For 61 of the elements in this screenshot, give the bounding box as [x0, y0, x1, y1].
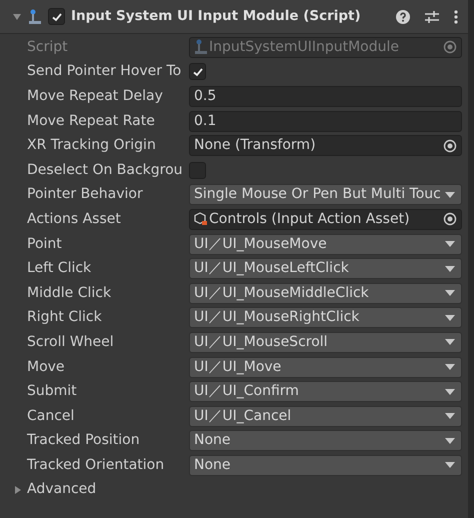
dropdown[interactable]: UI／UI_Move	[189, 356, 462, 378]
property-label: Point	[27, 234, 63, 254]
caret-icon	[445, 364, 455, 370]
foldout-icon[interactable]	[13, 484, 23, 495]
property-label: Send Pointer Hover To	[27, 62, 182, 82]
property-label: Deselect On Backgrou	[27, 160, 184, 180]
dropdown[interactable]: UI／UI_MouseScroll	[189, 332, 462, 353]
help-icon[interactable]	[396, 10, 410, 24]
checkbox[interactable]	[189, 162, 206, 179]
script-icon	[28, 8, 42, 24]
property-label: Move Repeat Rate	[27, 112, 156, 131]
checkbox[interactable]	[48, 8, 65, 25]
caret-icon	[445, 266, 455, 272]
caret-icon	[445, 314, 455, 321]
caret-icon	[445, 438, 455, 444]
dropdown[interactable]: UI／UI_Cancel	[189, 406, 462, 427]
number-field[interactable]: 0.1	[189, 110, 462, 132]
object-field[interactable]: None (Transform)	[189, 135, 462, 156]
target-icon[interactable]	[443, 138, 457, 153]
property-label: Actions Asset	[27, 210, 122, 229]
sliders-icon[interactable]	[424, 10, 440, 24]
property-label: Pointer Behavior	[27, 185, 144, 204]
caret-icon	[445, 462, 455, 468]
property-label: Script	[27, 38, 69, 57]
check-icon	[192, 66, 204, 78]
dropdown[interactable]: Single Mouse Or Pen But Multi Touc	[189, 184, 462, 206]
check-icon	[50, 10, 62, 22]
property-label: Move	[27, 358, 66, 377]
caret-icon	[445, 413, 455, 420]
dropdown[interactable]: UI／UI_Confirm	[189, 381, 462, 402]
component-title: Input System UI Input Module (Script)	[71, 7, 362, 26]
more-icon[interactable]	[454, 10, 458, 24]
property-label: Tracked Orientation	[27, 456, 166, 475]
dropdown[interactable]: UI／UI_MouseMiddleClick	[189, 282, 462, 304]
foldout-label[interactable]: Advanced	[27, 479, 96, 500]
dropdown[interactable]: UI／UI_MouseLeftClick	[189, 258, 462, 280]
caret-icon	[445, 290, 455, 296]
script-icon	[194, 39, 208, 56]
object-field[interactable]: Controls (Input Action Asset)	[189, 208, 462, 230]
caret-icon	[445, 241, 455, 248]
dropdown[interactable]: UI／UI_MouseRightClick	[189, 307, 462, 328]
property-label: Left Click	[27, 259, 92, 278]
property-label: XR Tracking Origin	[27, 136, 157, 156]
caret-icon	[445, 192, 455, 198]
dropdown[interactable]: None	[189, 430, 462, 452]
property-label: Cancel	[27, 406, 76, 426]
property-label: Tracked Position	[27, 431, 141, 450]
target-icon[interactable]	[443, 212, 457, 226]
dropdown[interactable]: None	[189, 454, 462, 476]
caret-icon	[445, 388, 455, 395]
asset-icon	[194, 212, 208, 226]
dropdown[interactable]: UI／UI_MouseMove	[189, 234, 462, 255]
property-label: Scroll Wheel	[27, 332, 115, 352]
caret-icon	[445, 339, 455, 346]
property-label: Move Repeat Delay	[27, 86, 164, 106]
property-label: Right Click	[27, 308, 103, 328]
foldout-icon[interactable]	[12, 12, 22, 22]
checkbox[interactable]	[189, 63, 206, 80]
property-label: Submit	[27, 382, 78, 402]
number-field[interactable]: 0.5	[189, 86, 462, 107]
property-label: Middle Click	[27, 284, 112, 303]
